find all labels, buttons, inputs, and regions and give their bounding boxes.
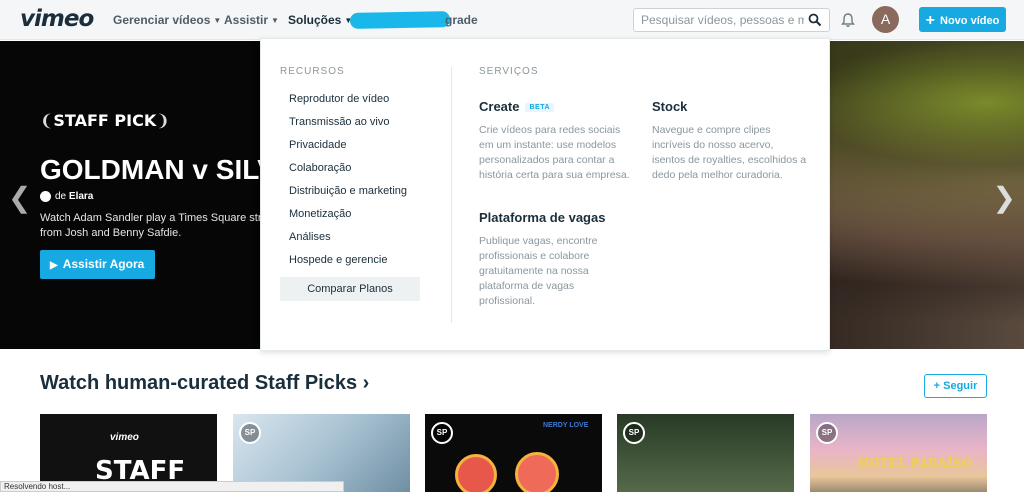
search-box [633, 8, 830, 32]
menu-item-live-streaming[interactable]: Transmissão ao vivo [289, 116, 389, 128]
service-create-description: Crie vídeos para redes sociais em um ins… [479, 124, 630, 181]
browser-status-bar: Resolvendo host... [0, 481, 344, 492]
video-thumbnail[interactable]: SP [617, 414, 794, 492]
watch-now-button[interactable]: ▶ Assistir Agora [40, 250, 155, 279]
cartoon-character-right [515, 452, 559, 492]
service-create-label: Create [479, 99, 520, 114]
service-create-title[interactable]: Create BETA [479, 99, 555, 114]
follow-label: Seguir [943, 380, 978, 392]
hero-title[interactable]: GOLDMAN v SILV [40, 154, 276, 186]
nav-upgrade[interactable]: grade [445, 13, 478, 27]
menu-item-hosting[interactable]: Hospede e gerencie [289, 254, 387, 266]
notifications-bell-icon[interactable] [840, 12, 856, 28]
vimeo-logo[interactable]: vimeo [20, 6, 94, 32]
staff-pick-badge-icon: SP [239, 422, 261, 444]
nav-solutions-label: Soluções [288, 13, 342, 27]
thumbnail-tag-text: NERDY LOVE [543, 422, 589, 429]
carousel-next-arrow-icon[interactable]: ❯ [993, 181, 1016, 214]
hero-description: Watch Adam Sandler play a Times Square s… [40, 212, 268, 239]
hero-byline: de Elara [40, 191, 93, 202]
staff-pick-badge-icon: SP [623, 422, 645, 444]
video-thumbnail[interactable]: SP NERDY LOVE [425, 414, 602, 492]
nav-manage-videos[interactable]: Gerenciar vídeos ▼ [113, 13, 221, 27]
staff-pick-badge-icon: SP [431, 422, 453, 444]
byline-prefix: de [55, 191, 67, 203]
solutions-dropdown-menu: RECURSOS Reprodutor de vídeo Transmissão… [260, 38, 830, 351]
top-navigation-bar: vimeo Gerenciar vídeos ▼ Assistir ▼ Soluçõ… [0, 0, 1024, 40]
menu-item-privacy[interactable]: Privacidade [289, 139, 346, 151]
menu-item-monetization[interactable]: Monetização [289, 208, 351, 220]
watch-now-label: Assistir Agora [62, 257, 145, 271]
resources-caption: RECURSOS [280, 66, 345, 77]
nav-manage-videos-label: Gerenciar vídeos [113, 13, 211, 27]
video-thumbnail[interactable]: SP HOTEL PARAÍSO [810, 414, 987, 492]
service-jobs-title[interactable]: Plataforma de vagas [479, 210, 605, 225]
author-avatar[interactable] [40, 191, 51, 202]
services-caption: SERVIÇOS [479, 66, 539, 77]
service-stock-title[interactable]: Stock [652, 99, 687, 114]
chevron-down-icon: ▼ [213, 16, 222, 25]
staff-pick-badge-icon: SP [816, 422, 838, 444]
menu-divider [451, 67, 452, 323]
carousel-prev-arrow-icon[interactable]: ❮ [8, 181, 31, 214]
avatar[interactable]: A [872, 6, 899, 33]
new-video-label: Novo vídeo [940, 15, 1000, 27]
service-stock-description: Navegue e compre clipes incríveis do nos… [652, 124, 807, 181]
thumbnail-hotel-text: HOTEL PARAÍSO [858, 456, 972, 470]
menu-item-collaboration[interactable]: Colaboração [289, 162, 351, 174]
search-input[interactable] [634, 9, 804, 31]
byline-author-link[interactable]: Elara [69, 191, 93, 202]
new-video-button[interactable]: + Novo vídeo [919, 7, 1006, 32]
search-icon[interactable] [808, 13, 822, 27]
follow-button[interactable]: + Seguir [924, 374, 987, 398]
plus-icon: + [933, 380, 941, 392]
nav-watch[interactable]: Assistir ▼ [224, 13, 279, 27]
service-jobs-description: Publique vagas, encontre profissionais e… [479, 235, 598, 307]
staff-pick-badge: ❨STAFF PICK❩ [40, 111, 170, 130]
cartoon-character-left [455, 454, 497, 492]
section-title-staff-picks[interactable]: Watch human-curated Staff Picks › [40, 372, 369, 395]
beta-badge: BETA [525, 103, 555, 113]
play-icon: ▶ [50, 260, 58, 271]
menu-item-video-player[interactable]: Reprodutor de vídeo [289, 93, 389, 105]
menu-item-distribution-marketing[interactable]: Distribuição e marketing [289, 185, 407, 197]
redaction-scribble [349, 11, 451, 29]
nav-solutions[interactable]: Soluções ▼ [288, 13, 352, 27]
chevron-down-icon: ▼ [271, 16, 279, 25]
menu-item-analytics[interactable]: Análises [289, 231, 331, 243]
thumbnail-vimeo-text: vimeo [110, 432, 139, 443]
plus-icon: + [925, 12, 936, 29]
staff-pick-label: STAFF PICK [53, 111, 157, 130]
compare-plans-button[interactable]: Comparar Planos [280, 277, 420, 301]
nav-watch-label: Assistir [224, 13, 269, 27]
